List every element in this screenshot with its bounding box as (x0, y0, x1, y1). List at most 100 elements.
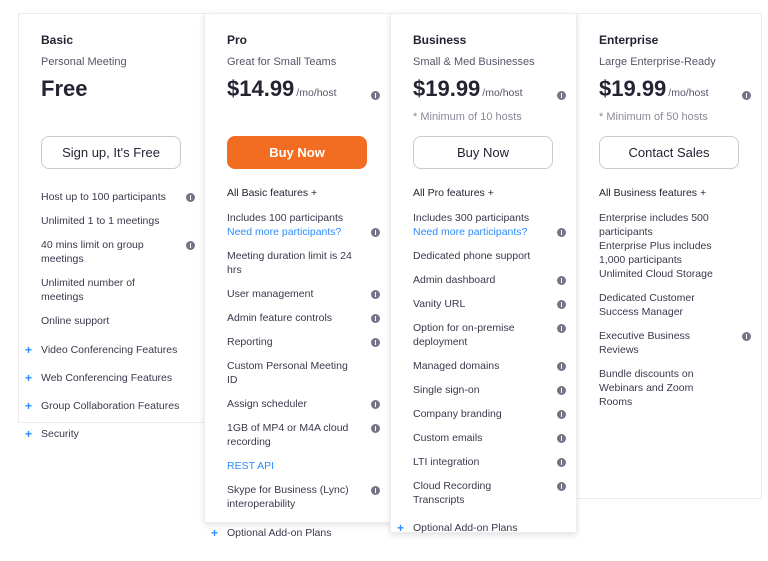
expand-label: Optional Add-on Plans (413, 522, 518, 534)
info-icon[interactable] (371, 338, 380, 347)
plan-price: $14.99/mo/host (227, 76, 337, 102)
info-icon[interactable] (371, 228, 380, 237)
feature-item: Enterprise includes 500 participants Ent… (599, 211, 751, 281)
info-icon[interactable] (371, 424, 380, 433)
plan-card-pro: Pro Great for Small Teams $14.99/mo/host… (204, 13, 391, 540)
feature-item: Host up to 100 participants (41, 190, 195, 204)
info-icon[interactable] (557, 458, 566, 467)
feature-text: Option for on-premise deployment (413, 322, 515, 348)
expand-group-collaboration[interactable]: + Group Collaboration Features (25, 399, 195, 413)
price-amount: Free (41, 76, 88, 101)
feature-text: Admin feature controls (227, 312, 333, 324)
plus-icon: + (25, 399, 33, 413)
feature-item: Admin dashboard (413, 273, 566, 287)
feature-item: Option for on-premise deployment (413, 321, 566, 349)
feature-item: Dedicated Customer Success Manager (599, 291, 751, 319)
price-amount: $19.99 (599, 76, 667, 101)
feature-item: Meeting duration limit is 24 hrs (227, 249, 380, 277)
expand-security[interactable]: + Security (25, 427, 195, 441)
feature-item: Skype for Business (Lync) interoperabili… (227, 483, 380, 511)
sign-up-button[interactable]: Sign up, It's Free (41, 136, 181, 169)
plan-price: $19.99/mo/host (599, 76, 709, 102)
plus-icon: + (397, 521, 405, 535)
plan-subtitle: Small & Med Businesses (413, 56, 535, 68)
buy-now-button[interactable]: Buy Now (413, 136, 553, 169)
feature-item: Vanity URL (413, 297, 566, 311)
info-icon[interactable] (371, 486, 380, 495)
need-more-participants-link[interactable]: Need more participants? (227, 225, 358, 239)
info-icon[interactable] (557, 386, 566, 395)
plan-card-basic: Basic Personal Meeting Free Sign up, It'… (18, 13, 206, 441)
info-icon[interactable] (557, 228, 566, 237)
feature-text: Dedicated phone support (413, 250, 531, 262)
feature-text: Reporting (227, 336, 273, 348)
feature-item: Company branding (413, 407, 566, 421)
expand-add-on-plans[interactable]: + Optional Add-on Plans (397, 521, 566, 535)
feature-list: All Basic features + Includes 100 partic… (211, 186, 380, 540)
need-more-participants-link[interactable]: Need more participants? (413, 225, 544, 239)
expand-add-on-plans[interactable]: + Optional Add-on Plans (211, 526, 380, 540)
plan-name: Business (413, 33, 467, 47)
info-icon[interactable] (742, 332, 751, 341)
feature-text: Executive Business Reviews (599, 330, 691, 356)
feature-item: Single sign-on (413, 383, 566, 397)
info-icon[interactable] (371, 400, 380, 409)
plus-icon: + (211, 526, 219, 540)
info-icon[interactable] (186, 193, 195, 202)
feature-item: Custom Personal Meeting ID (227, 359, 380, 387)
feature-item: Admin feature controls (227, 311, 380, 325)
feature-text: Skype for Business (Lync) interoperabili… (227, 484, 349, 510)
feature-text: Assign scheduler (227, 398, 307, 410)
info-icon[interactable] (557, 276, 566, 285)
expand-video-conferencing[interactable]: + Video Conferencing Features (25, 343, 195, 357)
feature-text: Meeting duration limit is 24 hrs (227, 250, 352, 276)
plan-name: Basic (41, 33, 74, 47)
feature-item: LTI integration (413, 455, 566, 469)
buy-now-button[interactable]: Buy Now (227, 136, 367, 169)
feature-text: Includes 300 participants (413, 212, 530, 224)
price-amount: $14.99 (227, 76, 295, 101)
feature-list: Host up to 100 participants Unlimited 1 … (25, 190, 195, 441)
feature-item: Includes 300 participants Need more part… (413, 211, 566, 239)
feature-text: Unlimited number of meetings (41, 277, 135, 303)
feature-text: LTI integration (413, 456, 480, 468)
feature-text: Company branding (413, 408, 502, 420)
feature-item: Unlimited 1 to 1 meetings (41, 214, 195, 228)
price-unit: /mo/host (482, 87, 523, 99)
info-icon[interactable] (557, 410, 566, 419)
info-icon[interactable] (742, 91, 751, 100)
rest-api-link[interactable]: REST API (227, 459, 380, 473)
info-icon[interactable] (371, 314, 380, 323)
feature-text: Includes 100 participants (227, 212, 344, 224)
feature-item: Bundle discounts on Webinars and Zoom Ro… (599, 367, 751, 409)
feature-text: 1GB of MP4 or M4A cloud recording (227, 422, 349, 448)
feature-list: All Pro features + Includes 300 particip… (397, 186, 566, 535)
minimum-hosts: * Minimum of 50 hosts (599, 111, 708, 123)
info-icon[interactable] (557, 362, 566, 371)
info-icon[interactable] (371, 91, 380, 100)
info-icon[interactable] (557, 300, 566, 309)
feature-list: All Business features + Enterprise inclu… (599, 186, 751, 409)
plus-icon: + (25, 343, 33, 357)
feature-item: Managed domains (413, 359, 566, 373)
plan-price: $19.99/mo/host (413, 76, 523, 102)
info-icon[interactable] (557, 482, 566, 491)
feature-text: Vanity URL (413, 298, 466, 310)
info-icon[interactable] (557, 324, 566, 333)
expand-label: Web Conferencing Features (41, 372, 173, 384)
expand-label: Optional Add-on Plans (227, 527, 332, 539)
feature-header: All Basic features + (227, 187, 318, 199)
feature-text: Custom Personal Meeting ID (227, 360, 348, 386)
expand-web-conferencing[interactable]: + Web Conferencing Features (25, 371, 195, 385)
info-icon[interactable] (557, 434, 566, 443)
plan-card-enterprise: Enterprise Large Enterprise-Ready $19.99… (576, 13, 762, 499)
feature-text: Single sign-on (413, 384, 480, 396)
price-unit: /mo/host (668, 87, 709, 99)
info-icon[interactable] (371, 290, 380, 299)
info-icon[interactable] (186, 241, 195, 250)
info-icon[interactable] (557, 91, 566, 100)
feature-item: Assign scheduler (227, 397, 380, 411)
feature-header: All Pro features + (413, 187, 494, 199)
plus-icon: + (25, 427, 33, 441)
contact-sales-button[interactable]: Contact Sales (599, 136, 739, 169)
